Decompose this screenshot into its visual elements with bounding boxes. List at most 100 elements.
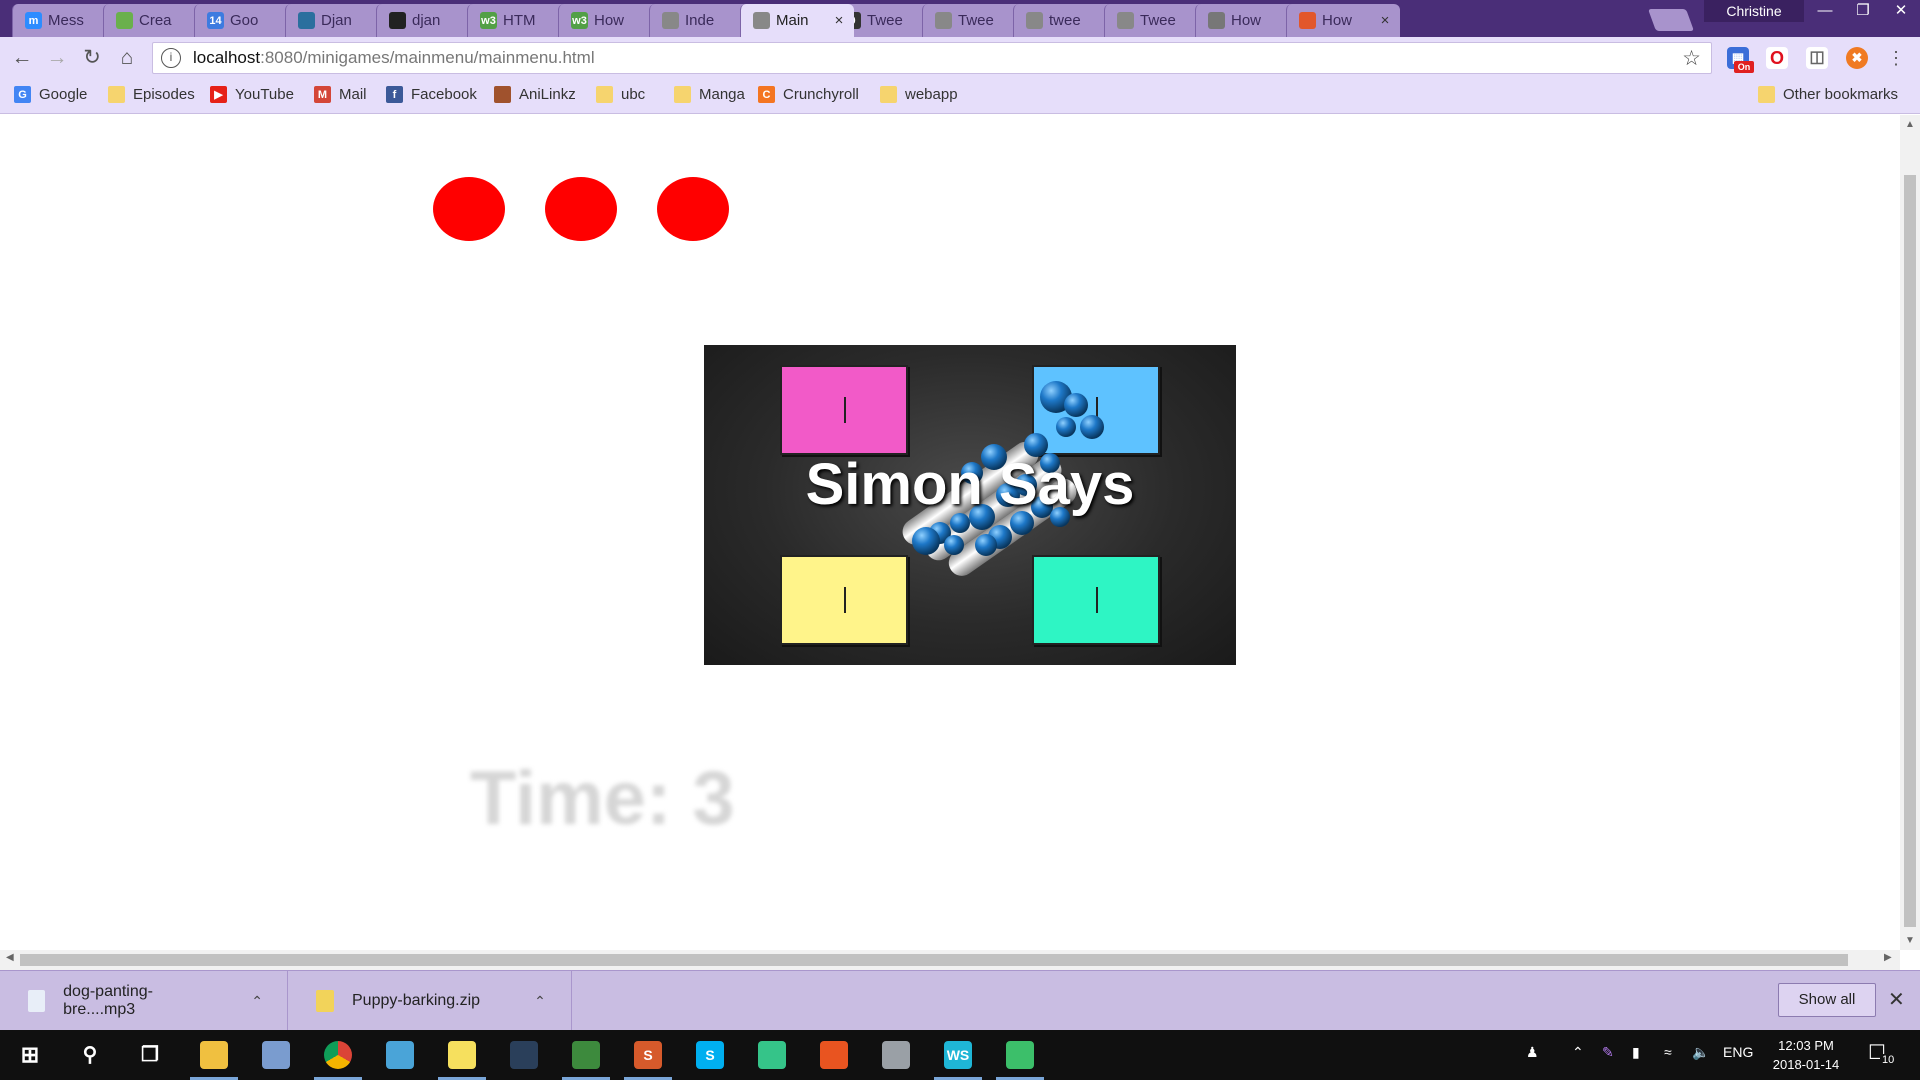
bookmark-label: AniLinkz [519, 86, 576, 103]
download-item[interactable]: dog-panting-bre....mp3 ⌃ [0, 971, 288, 1031]
mail-icon: M [314, 86, 331, 103]
tab-label: Main [776, 12, 809, 29]
other-bookmarks[interactable]: Other bookmarks [1758, 86, 1898, 103]
clock-time: 12:03 PM [1778, 1038, 1834, 1053]
bookmark-label: ubc [621, 86, 646, 103]
notification-count: 10 [1880, 1054, 1897, 1066]
scroll-up-icon[interactable]: ▲ [1900, 119, 1920, 130]
bookmark-label: Episodes [133, 86, 195, 103]
android-studio-icon[interactable] [572, 1041, 600, 1069]
horizontal-scrollbar[interactable]: ◀ ▶ [0, 950, 1900, 970]
tab-favicon-icon [1208, 12, 1225, 29]
download-item[interactable]: Puppy-barking.zip ⌃ [288, 971, 572, 1031]
tab-close-icon[interactable]: × [1378, 12, 1392, 29]
file-explorer-icon[interactable] [200, 1041, 228, 1069]
browser-tab[interactable]: Main × [740, 4, 854, 37]
vertical-scrollbar[interactable]: ▲ ▼ [1900, 115, 1920, 950]
folder-icon [674, 86, 691, 103]
simon-says-splash[interactable]: Simon Says [704, 345, 1236, 665]
scroll-down-icon[interactable]: ▼ [1900, 935, 1920, 946]
address-bar[interactable]: i localhost:8080/minigames/mainmenu/main… [152, 42, 1712, 74]
webstorm-icon[interactable]: WS [944, 1041, 972, 1069]
extension-icon[interactable]: ✖ [1846, 47, 1868, 69]
windows-start-icon[interactable]: ⊞ [16, 1041, 44, 1069]
bookmark-facebook[interactable]: f Facebook [386, 86, 477, 103]
bookmark-episodes[interactable]: Episodes [108, 86, 195, 103]
extension-icon[interactable]: ◫ [1806, 47, 1828, 69]
close-window-icon[interactable]: ✕ [1882, 0, 1920, 22]
tab-label: Twee [867, 12, 903, 29]
scroll-left-icon[interactable]: ◀ [6, 952, 14, 963]
show-all-button[interactable]: Show all [1778, 983, 1876, 1017]
sublime-icon[interactable]: S [634, 1041, 662, 1069]
chevron-up-icon[interactable]: ⌃ [251, 993, 263, 1010]
clock[interactable]: 12:03 PM 2018-01-14 [1760, 1036, 1852, 1074]
tab-label: Mess [48, 12, 84, 29]
chrome-icon[interactable] [324, 1041, 352, 1069]
paint-icon[interactable] [386, 1041, 414, 1069]
bookmark-label: Facebook [411, 86, 477, 103]
browser-tab[interactable]: How × [1286, 4, 1400, 37]
profile-button[interactable]: Christine [1704, 0, 1804, 22]
tab-favicon-icon: m [25, 12, 42, 29]
bookmark-webapp[interactable]: webapp [880, 86, 958, 103]
volume-icon[interactable]: 🔈 [1692, 1044, 1709, 1061]
url-host: localhost [193, 48, 261, 67]
photos-icon[interactable] [262, 1041, 290, 1069]
battery-icon[interactable]: ▮ [1632, 1044, 1640, 1061]
skype-icon[interactable]: S [696, 1041, 724, 1069]
scroll-thumb[interactable] [20, 954, 1848, 966]
atom-icon[interactable] [758, 1041, 786, 1069]
tab-label: Inde [685, 12, 715, 29]
language-indicator[interactable]: ENG [1723, 1044, 1753, 1060]
tab-label: Djan [321, 12, 352, 29]
sticky-notes-icon[interactable] [448, 1041, 476, 1069]
bookmark-google[interactable]: G Google [14, 86, 87, 103]
bookmark-star-icon[interactable]: ☆ [1682, 46, 1701, 71]
chevron-up-icon[interactable]: ⌃ [534, 993, 546, 1010]
tab-favicon-icon: w3 [480, 12, 497, 29]
reload-icon[interactable]: ↻ [80, 46, 104, 70]
menu-icon[interactable]: ⋮ [1884, 46, 1908, 70]
tab-label: twee [1049, 12, 1081, 29]
pen-icon[interactable]: ✎ [1602, 1044, 1614, 1061]
scroll-right-icon[interactable]: ▶ [1884, 952, 1892, 963]
forward-icon[interactable]: → [45, 46, 69, 70]
tab-favicon-icon [935, 12, 952, 29]
bookmark-ubc[interactable]: ubc [596, 86, 645, 103]
tab-label: Crea [139, 12, 172, 29]
people-icon[interactable]: ♟ [1526, 1044, 1539, 1061]
steam-icon[interactable] [510, 1041, 538, 1069]
task-view-icon[interactable]: ❐ [136, 1041, 164, 1069]
download-filename: Puppy-barking.zip [352, 992, 481, 1009]
home-icon[interactable]: ⌂ [115, 46, 139, 70]
life-dot [433, 177, 505, 241]
back-icon[interactable]: ← [10, 46, 34, 70]
download-filename: dog-panting-bre....mp3 [63, 983, 153, 1018]
browser-toolbar: ← → ↻ ⌂ i localhost:8080/minigames/mainm… [0, 37, 1920, 79]
new-tab-button[interactable] [1647, 9, 1695, 31]
crunchyroll-icon: C [758, 86, 775, 103]
wifi-icon[interactable]: ≈ [1664, 1044, 1672, 1060]
tab-close-icon[interactable]: × [832, 12, 846, 29]
close-icon[interactable]: ✕ [1888, 987, 1905, 1012]
other-bookmarks-label: Other bookmarks [1783, 86, 1899, 103]
clock-date: 2018-01-14 [1772, 1057, 1840, 1072]
bookmark-anilinkz[interactable]: AniLinkz [494, 86, 576, 103]
info-icon[interactable]: i [161, 48, 181, 68]
scroll-thumb[interactable] [1904, 175, 1916, 927]
chevron-up-icon[interactable]: ⌃ [1572, 1044, 1584, 1061]
bookmark-manga[interactable]: Manga [674, 86, 745, 103]
search-icon[interactable]: ⚲ [76, 1041, 104, 1069]
restore-icon[interactable]: ❐ [1844, 0, 1882, 22]
database-icon[interactable] [882, 1041, 910, 1069]
bookmark-crunchyroll[interactable]: C Crunchyroll [758, 86, 859, 103]
ubuntu-icon[interactable] [820, 1041, 848, 1069]
url-text[interactable]: localhost:8080/minigames/mainmenu/mainme… [193, 48, 595, 68]
bookmark-mail[interactable]: M Mail [314, 86, 367, 103]
opera-icon[interactable]: O [1766, 47, 1788, 69]
page-viewport: Simon Says Time: 3 [0, 115, 1900, 950]
gitkraken-icon[interactable] [1006, 1041, 1034, 1069]
minimize-icon[interactable]: — [1806, 0, 1844, 22]
bookmark-youtube[interactable]: ▶ YouTube [210, 86, 294, 103]
